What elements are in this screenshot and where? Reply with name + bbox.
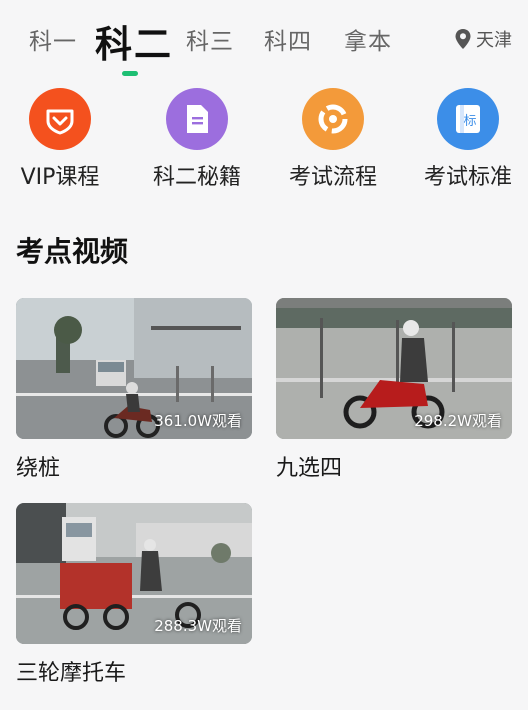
- video-thumbnail: 298.2W观看: [276, 298, 512, 439]
- video-thumbnail: 288.3W观看: [16, 503, 252, 644]
- entry-secret-guide[interactable]: 科二秘籍: [134, 88, 260, 191]
- video-title: 绕桩: [16, 456, 61, 481]
- vip-circle: [29, 88, 91, 150]
- video-card-pile-winding[interactable]: 361.0W观看 绕桩: [16, 298, 252, 482]
- location-city: 天津: [476, 30, 512, 51]
- svg-text:标: 标: [463, 114, 476, 129]
- entry-vip-course[interactable]: VIP课程: [0, 88, 123, 191]
- subject-tab-bar: 科一 科二 科三 科四 拿本 天津: [0, 0, 528, 80]
- tab-subject-4[interactable]: 科四: [264, 22, 312, 56]
- tab-subject-2[interactable]: 科二: [95, 14, 173, 68]
- entry-label-guide: 科二秘籍: [152, 165, 241, 190]
- location-selector[interactable]: 天津: [454, 26, 512, 52]
- entry-exam-standard[interactable]: 标 考试标准: [405, 88, 528, 191]
- entry-label-process: 考试流程: [288, 165, 377, 190]
- view-count: 361.0W观看: [154, 412, 242, 430]
- tab-subject-3[interactable]: 科三: [186, 22, 234, 56]
- location-pin-icon: [455, 29, 471, 49]
- document-icon: [187, 105, 208, 133]
- entry-exam-process[interactable]: 考试流程: [270, 88, 396, 191]
- active-tab-indicator: [122, 71, 138, 76]
- video-thumbnail: 361.0W观看: [16, 298, 252, 439]
- section-title-exam-videos: 考点视频: [16, 235, 129, 268]
- entry-label-standard: 考试标准: [423, 165, 512, 190]
- standard-circle: 标: [437, 88, 499, 150]
- process-circle: [302, 88, 364, 150]
- guide-circle: [166, 88, 228, 150]
- video-title: 三轮摩托车: [16, 661, 127, 686]
- video-card-tricycle[interactable]: 288.3W观看 三轮摩托车: [16, 503, 252, 687]
- video-card-nine-choose-four[interactable]: 298.2W观看 九选四: [276, 298, 512, 482]
- standard-book-icon: 标: [456, 105, 480, 133]
- view-count: 288.3W观看: [154, 617, 242, 635]
- tab-get-license[interactable]: 拿本: [344, 22, 392, 56]
- entry-label-vip: VIP课程: [20, 165, 100, 190]
- flow-ring-icon: [318, 104, 348, 134]
- view-count: 298.2W观看: [414, 412, 502, 430]
- video-title: 九选四: [276, 456, 343, 481]
- vip-badge-icon: [46, 109, 74, 135]
- tab-subject-1[interactable]: 科一: [29, 22, 77, 56]
